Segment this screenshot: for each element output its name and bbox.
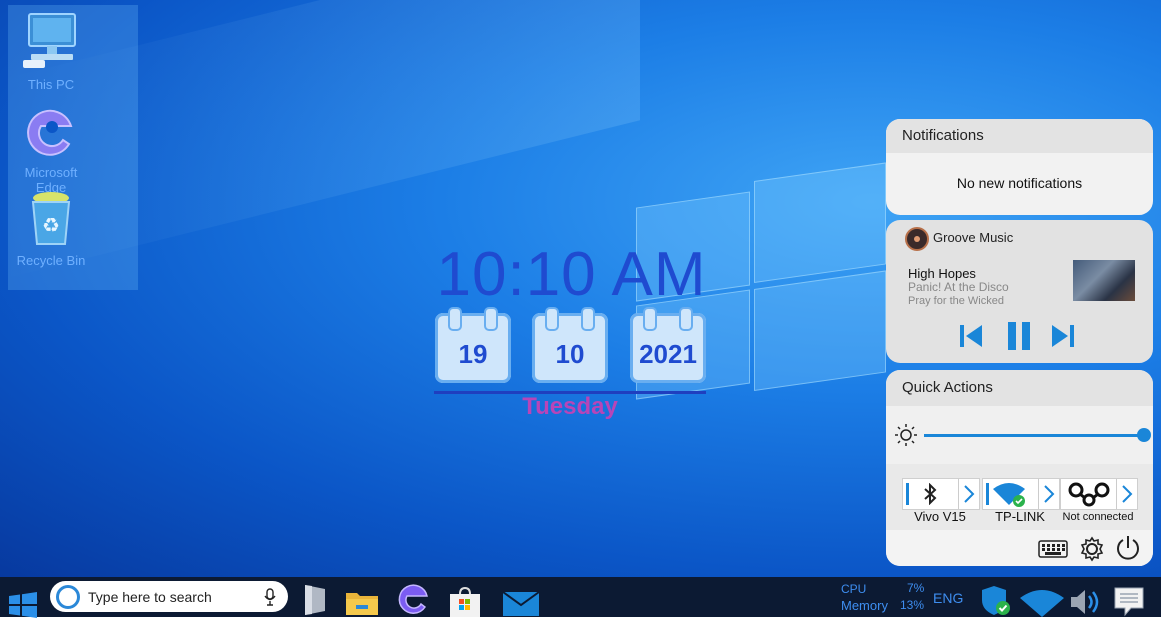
calendar-day-card: 19 — [435, 307, 511, 383]
cpu-value: 7% — [907, 581, 925, 595]
notifications-panel: Notifications No new notifications — [886, 119, 1153, 215]
no-notifications-text: No new notifications — [956, 175, 1083, 191]
brightness-slider-thumb[interactable] — [1137, 428, 1151, 442]
clock-widget: 10:10 AM 19 10 2021 Tuesday — [434, 240, 709, 420]
mobile-hotspot-tile[interactable] — [1060, 478, 1138, 510]
desktop-icon-label: Recycle Bin — [16, 253, 86, 268]
song-album: Pray for the Wicked — [908, 295, 1004, 307]
quick-actions-panel: Quick Actions Vivo V15 TP-LINK Not conne… — [886, 370, 1153, 566]
edge-icon — [27, 109, 73, 156]
song-artist: Panic! At the Disco — [908, 280, 1009, 294]
search-placeholder: Type here to search — [88, 589, 212, 605]
keyboard-icon[interactable] — [1038, 540, 1068, 558]
wifi-icon — [993, 483, 1025, 507]
calendar-year-card: 2021 — [630, 307, 706, 383]
mail-icon[interactable] — [502, 584, 540, 624]
wifi-network-label: TP-LINK — [995, 509, 1045, 524]
microsoft-store-icon[interactable] — [448, 582, 482, 622]
language-indicator[interactable]: ENG — [933, 590, 963, 606]
wifi-tile[interactable] — [982, 478, 1060, 510]
bluetooth-tile[interactable] — [902, 478, 980, 510]
computer-icon — [23, 13, 76, 68]
network-wifi-icon[interactable] — [1019, 583, 1065, 623]
edge-icon[interactable] — [396, 580, 430, 620]
brightness-icon — [895, 424, 917, 446]
brightness-slider[interactable] — [924, 434, 1144, 437]
settings-gear-icon[interactable] — [1079, 536, 1105, 562]
chevron-right-icon[interactable] — [1116, 479, 1137, 509]
notifications-title: Notifications — [886, 119, 1153, 153]
album-art — [1073, 260, 1135, 301]
calendar-year: 2021 — [639, 339, 697, 369]
clock-time: 10:10 AM — [436, 240, 707, 309]
music-app-name: Groove Music — [933, 230, 1014, 245]
cortana-icon[interactable] — [56, 585, 80, 609]
power-icon[interactable] — [1114, 534, 1142, 562]
clock-weekday: Tuesday — [522, 393, 618, 420]
microphone-icon[interactable] — [264, 588, 276, 606]
taskbar: Type here to search CPU 7% Memory 13% EN… — [0, 577, 1161, 620]
desktop-icon-microsoft-edge[interactable]: Microsoft Edge — [10, 104, 92, 195]
svg-text:♻: ♻ — [42, 213, 60, 237]
previous-track-icon[interactable] — [958, 320, 984, 352]
bluetooth-device-label: Vivo V15 — [914, 509, 966, 524]
volume-icon[interactable] — [1069, 582, 1103, 622]
memory-label: Memory — [841, 598, 888, 613]
action-center-icon[interactable] — [1113, 582, 1145, 622]
cpu-label: CPU — [841, 582, 867, 596]
next-track-icon[interactable] — [1050, 320, 1076, 352]
memory-value: 13% — [900, 598, 925, 612]
search-box[interactable]: Type here to search — [50, 581, 288, 612]
desktop-icon-this-pc[interactable]: This PC — [10, 10, 92, 92]
security-shield-icon[interactable] — [980, 581, 1012, 621]
mobile-hotspot-icon — [1068, 482, 1110, 507]
desktop-icon-recycle-bin[interactable]: ♻ Recycle Bin — [10, 188, 92, 268]
start-button-windows-icon[interactable] — [8, 585, 38, 625]
groove-music-icon — [905, 227, 929, 251]
quick-actions-footer — [886, 530, 1153, 566]
task-view-icon[interactable] — [302, 580, 328, 620]
chevron-right-icon[interactable] — [958, 479, 979, 509]
chevron-right-icon[interactable] — [1038, 479, 1059, 509]
hotspot-status-label: Not connected — [1062, 511, 1134, 523]
calendar-month: 10 — [555, 339, 585, 369]
file-explorer-icon[interactable] — [344, 582, 380, 622]
desktop-icon-label: This PC — [27, 77, 75, 92]
recycle-bin-icon: ♻ — [31, 192, 71, 245]
pause-icon[interactable] — [1005, 320, 1033, 352]
music-panel: Groove Music High Hopes Panic! At the Di… — [886, 220, 1153, 363]
song-title: High Hopes — [908, 266, 976, 281]
calendar-day: 19 — [458, 339, 488, 369]
quick-actions-title: Quick Actions — [886, 370, 1153, 406]
desktop-background: This PC Microsoft Edge ♻ Recycle Bin 10:… — [0, 0, 1161, 577]
calendar-month-card: 10 — [532, 307, 608, 383]
brightness-row — [886, 406, 1153, 464]
bluetooth-icon — [924, 483, 937, 505]
